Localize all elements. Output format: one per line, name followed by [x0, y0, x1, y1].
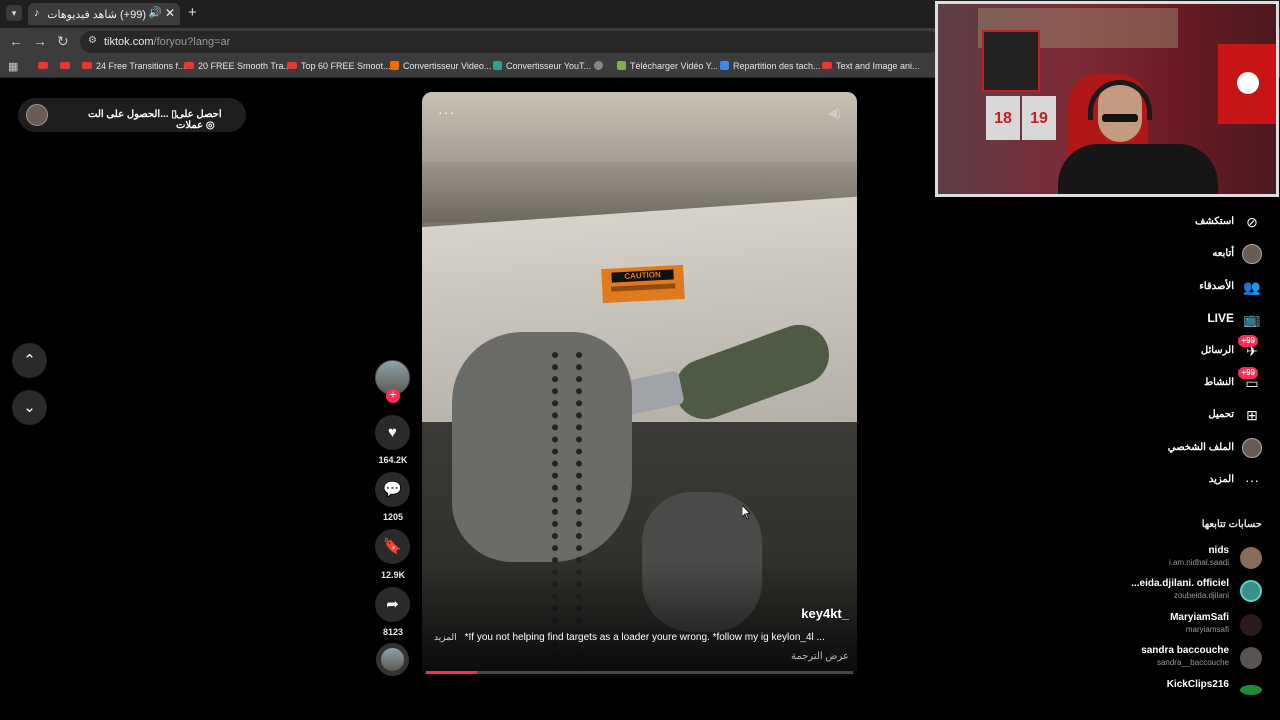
tab-search-icon[interactable]: ▾ [6, 5, 22, 21]
mouse-cursor-icon [742, 505, 750, 519]
comment-button[interactable]: 💬 [375, 472, 410, 507]
music-disc-icon[interactable] [376, 643, 409, 676]
user-avatar[interactable] [26, 104, 48, 126]
account-avatar [1240, 580, 1262, 602]
activity-badge: +99 [1238, 367, 1258, 379]
account-avatar [1240, 614, 1262, 636]
next-video-button[interactable]: ⌄ [12, 390, 47, 425]
video-author[interactable]: key4kt_ [801, 606, 849, 621]
account-avatar [1240, 685, 1262, 695]
share-count: 8123 [382, 627, 404, 637]
friends-icon: 👥 [1243, 279, 1261, 295]
sidebar-item-activity[interactable]: النشاط ▭ +99 [1062, 367, 1262, 395]
sidebar-item-friends[interactable]: الأصدقاء 👥 [1062, 277, 1262, 299]
bookmark-globe[interactable] [594, 61, 607, 71]
tab-title: (99+) شاهد فيديوهات متصدرة [48, 9, 146, 21]
bookmark-item[interactable]: Convertisseur Video... [390, 61, 491, 71]
account-item[interactable]: MaryiamSafi maryiamsafi [1062, 612, 1262, 638]
more-options-icon[interactable]: ··· [438, 104, 455, 120]
more-icon: ··· [1245, 472, 1259, 488]
bookmark-item[interactable]: Text and Image ani... [822, 61, 920, 71]
bookmark-item[interactable]: 20 FREE Smooth Tra... [184, 61, 291, 71]
browser-tab[interactable]: ♪ (99+) شاهد فيديوهات متصدرة 🔊 ✕ [28, 3, 180, 25]
account-item[interactable]: nids i.am.nidhal.saadi [1062, 545, 1262, 571]
video-description: المزيد *If you not helping find targets a… [434, 632, 825, 643]
caution-sticker: CAUTION [601, 264, 685, 304]
video-frame-detail [452, 332, 632, 562]
follow-plus-icon[interactable]: + [386, 389, 400, 403]
share-button[interactable]: ➦ [375, 587, 410, 622]
save-count: 12.9K [380, 570, 406, 580]
webcam-jersey: 19 [1022, 96, 1056, 140]
sidebar-item-messages[interactable]: الرسائل ✈ +99 [1062, 335, 1262, 363]
like-count: 164.2K [378, 455, 408, 465]
share-arrow-icon: ➦ [386, 596, 399, 613]
account-item[interactable]: ...eida.djilani. officiel zoubeida.djila… [1062, 578, 1262, 604]
speaker-icon[interactable]: 🔊 [148, 6, 162, 19]
account-avatar [1240, 547, 1262, 569]
save-button[interactable]: 🔖 [375, 529, 410, 564]
back-icon[interactable]: ← [9, 33, 23, 49]
bookmark-youtube[interactable] [38, 61, 52, 71]
messages-badge: +99 [1238, 335, 1258, 347]
address-bar[interactable]: ⚙ tiktok.com/foryou?lang=ar [80, 31, 940, 53]
reload-icon[interactable]: ↻ [57, 33, 69, 50]
get-coins-button[interactable]: احصل على عملات ◎ [176, 109, 246, 131]
account-avatar [1240, 647, 1262, 669]
bookmark-item[interactable]: Top 60 FREE Smoot... [287, 61, 391, 71]
bookmark-item[interactable]: Convertisseur YouT... [493, 61, 591, 71]
previous-video-button[interactable]: ⌃ [12, 343, 47, 378]
comment-icon: 💬 [383, 481, 402, 498]
bookmark-youtube[interactable] [60, 61, 74, 71]
compass-icon: ⊘ [1246, 214, 1258, 230]
sidebar-item-profile[interactable]: الملف الشخصي [1062, 438, 1262, 460]
like-button[interactable]: ♥ [375, 415, 410, 450]
sidebar-item-live[interactable]: LIVE 📺 [1062, 309, 1262, 331]
apps-grid-icon[interactable]: ▦ [8, 60, 18, 73]
top-actions-pill: الحصول على الت... ▯ احصل على عملات ◎ [18, 98, 246, 132]
sidebar-item-upload[interactable]: تحميل ⊞ [1062, 405, 1262, 427]
volume-icon[interactable]: ◀) [828, 106, 841, 120]
webcam-person-body [1058, 144, 1218, 194]
profile-icon [1242, 438, 1262, 458]
live-tv-icon: 📺 [1243, 311, 1261, 327]
chevron-down-icon: ⌄ [23, 399, 36, 416]
bookmark-item[interactable]: Télécharger Vidéo Y... [617, 61, 718, 71]
get-app-button[interactable]: الحصول على الت... ▯ [88, 109, 177, 120]
see-translation-link[interactable]: عرض الترجمة [791, 651, 849, 662]
more-button[interactable]: المزيد [434, 632, 457, 642]
webcam-flag [1218, 44, 1276, 124]
bookmark-icon: 🔖 [383, 538, 402, 555]
comment-count: 1205 [382, 512, 404, 522]
progress-fill [426, 671, 478, 674]
chevron-up-icon: ⌃ [23, 352, 36, 369]
tiktok-favicon-icon: ♪ [34, 7, 40, 19]
webcam-jersey: 18 [986, 96, 1020, 140]
sidebar-item-following[interactable]: أتابعه [1062, 244, 1262, 266]
new-tab-button[interactable]: + [188, 4, 197, 21]
sidebar-item-more[interactable]: المزيد ··· [1062, 470, 1262, 492]
avatar-icon [1242, 244, 1262, 264]
webcam-poster [982, 30, 1040, 92]
upload-icon: ⊞ [1246, 407, 1258, 423]
site-info-icon[interactable]: ⚙ [88, 35, 97, 46]
video-player[interactable]: CAUTION ··· ◀) key4kt_ المزيد *If you not… [422, 92, 857, 676]
following-accounts-title: حسابات تتابعها [1201, 519, 1262, 530]
webcam-overlay: 18 19 [935, 1, 1279, 197]
bookmark-item[interactable]: Repartition des tach... [720, 61, 821, 71]
video-progress-bar[interactable] [426, 671, 853, 674]
url-text: tiktok.com/foryou?lang=ar [104, 36, 231, 48]
sidebar-item-explore[interactable]: استكشف ⊘ [1062, 212, 1262, 234]
heart-icon: ♥ [388, 424, 397, 441]
account-item[interactable]: sandra baccouche sandra__baccouche [1062, 645, 1262, 671]
bookmark-item[interactable]: 24 Free Transitions f... [82, 61, 186, 71]
close-tab-icon[interactable]: ✕ [165, 6, 175, 20]
account-item[interactable]: KickClips216 [1062, 679, 1262, 705]
forward-icon[interactable]: → [33, 33, 47, 49]
